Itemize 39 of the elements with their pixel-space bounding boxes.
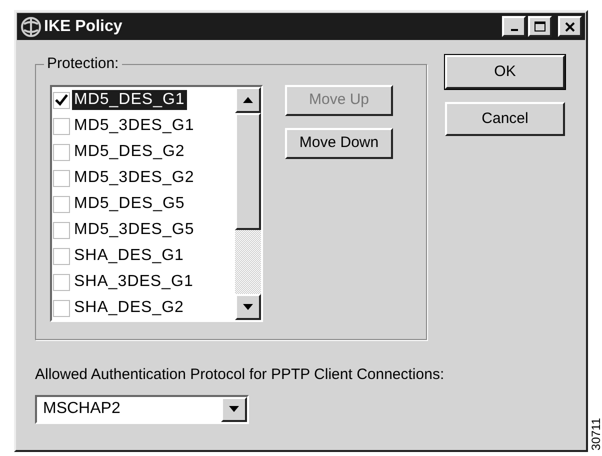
list-item[interactable]: MD5_3DES_G5 xyxy=(52,217,235,243)
checkbox[interactable] xyxy=(53,170,70,186)
checkbox[interactable] xyxy=(53,144,70,160)
list-item[interactable]: MD5_DES_G2 xyxy=(52,139,235,165)
list-item[interactable]: SHA_3DES_G1 xyxy=(52,269,235,295)
checkbox[interactable] xyxy=(53,274,70,290)
list-item[interactable]: MD5_DES_G5 xyxy=(52,191,235,217)
list-item[interactable]: MD5_3DES_G2 xyxy=(52,165,235,191)
maximize-button[interactable] xyxy=(528,16,552,37)
close-button[interactable] xyxy=(558,16,582,37)
list-item[interactable]: MD5_DES_G1 xyxy=(52,87,235,113)
checkbox[interactable] xyxy=(53,300,70,316)
checkbox[interactable] xyxy=(53,222,70,238)
maximize-icon xyxy=(534,21,546,32)
close-icon xyxy=(565,22,575,32)
caret-icon xyxy=(229,406,239,412)
auth-protocol-label: Allowed Authentication Protocol for PPTP Client Connections: xyxy=(35,365,444,385)
up-arrow-icon xyxy=(243,97,253,103)
window-title: IKE Policy xyxy=(44,16,122,36)
list-item[interactable]: SHA_DES_G2 xyxy=(52,295,235,320)
figure-number: 30711 xyxy=(590,418,602,450)
auth-protocol-dropdown[interactable]: MSCHAP2 xyxy=(35,394,249,424)
scroll-thumb[interactable] xyxy=(235,113,261,230)
down-arrow-icon xyxy=(243,304,253,310)
checkbox[interactable] xyxy=(53,92,70,108)
scroll-down-button[interactable] xyxy=(235,294,261,320)
list-item[interactable]: MD5_3DES_G1 xyxy=(52,113,235,139)
checkbox[interactable] xyxy=(53,196,70,212)
list-item[interactable]: SHA_DES_G1 xyxy=(52,243,235,269)
cancel-button[interactable]: Cancel xyxy=(445,102,565,136)
move-button[interactable]: Move Down xyxy=(285,128,393,159)
checkbox[interactable] xyxy=(53,248,70,264)
globe-icon xyxy=(20,16,42,38)
scroll-up-button[interactable] xyxy=(235,87,261,113)
scrollbar[interactable] xyxy=(235,87,261,320)
minimize-button[interactable] xyxy=(502,16,526,37)
ok-button[interactable]: OK xyxy=(445,55,565,89)
minimize-icon xyxy=(510,29,518,31)
checkbox[interactable] xyxy=(53,118,70,134)
